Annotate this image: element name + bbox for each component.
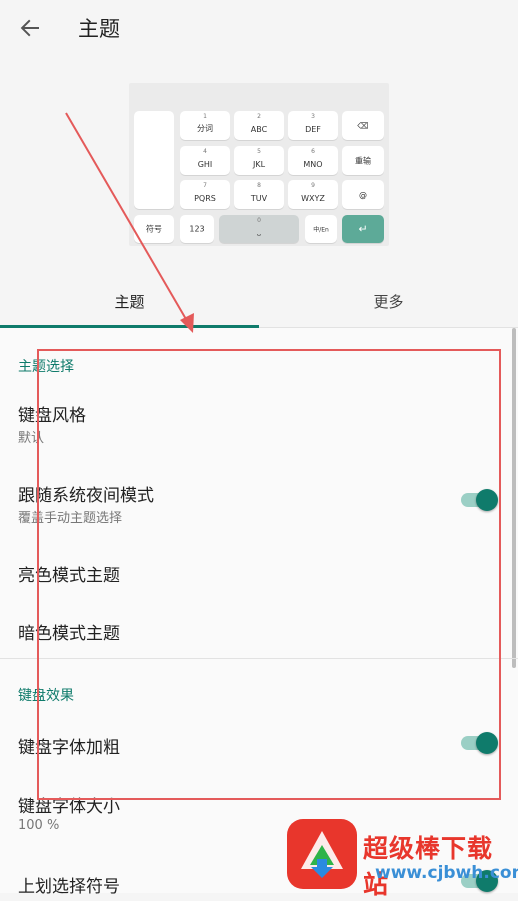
tab-bar: 主题 更多 bbox=[0, 284, 518, 328]
row-title: 上划选择符号 bbox=[18, 877, 120, 897]
row-value: 100 % bbox=[18, 818, 60, 833]
row-title: 键盘风格 bbox=[18, 406, 86, 426]
row-title: 暗色模式主题 bbox=[18, 624, 120, 644]
section-divider bbox=[0, 658, 518, 659]
key-7: 7 PQRS bbox=[180, 180, 230, 209]
row-title: 键盘字体大小 bbox=[18, 797, 120, 817]
enter-key: ↵ bbox=[342, 215, 384, 243]
enter-icon: ↵ bbox=[358, 222, 368, 236]
follow-night-mode-toggle[interactable] bbox=[461, 488, 499, 512]
key-9: 9 WXYZ bbox=[288, 180, 338, 209]
back-button[interactable] bbox=[14, 12, 46, 44]
watermark-url: www.cjbwh.com bbox=[375, 863, 518, 883]
key-3: 3 DEF bbox=[288, 111, 338, 140]
keyboard-preview[interactable]: 1 分词 2 ABC 3 DEF ⌫ 4 GHI 5 JKL 6 MNO 重输 … bbox=[129, 83, 389, 246]
row-title: 键盘字体加粗 bbox=[18, 738, 120, 758]
key-6: 6 MNO bbox=[288, 146, 338, 175]
row-title: 亮色模式主题 bbox=[18, 566, 120, 586]
toggle-knob bbox=[476, 489, 498, 511]
watermark-logo bbox=[287, 819, 357, 889]
backspace-icon: ⌫ bbox=[357, 121, 369, 130]
key-2: 2 ABC bbox=[234, 111, 284, 140]
symbol-key: 符号 bbox=[134, 215, 174, 243]
tab-more[interactable]: 更多 bbox=[259, 284, 518, 328]
retype-key: 重输 bbox=[342, 146, 384, 175]
candidate-key bbox=[134, 111, 174, 209]
watermark: 超级棒下载站 www.cjbwh.com bbox=[285, 817, 518, 899]
key-4: 4 GHI bbox=[180, 146, 230, 175]
key-5: 5 JKL bbox=[234, 146, 284, 175]
tab-theme[interactable]: 主题 bbox=[0, 284, 259, 328]
section-header-theme: 主题选择 bbox=[18, 359, 74, 375]
num123-key: 123 bbox=[180, 215, 214, 243]
key-1: 1 分词 bbox=[180, 111, 230, 140]
lang-switch-key: 中/En bbox=[305, 215, 337, 243]
arrow-left-icon bbox=[20, 19, 39, 37]
bold-font-toggle[interactable] bbox=[461, 731, 499, 755]
key-8: 8 TUV bbox=[234, 180, 284, 209]
top-app-bar: 主题 bbox=[0, 0, 518, 56]
row-title: 跟随系统夜间模式 bbox=[18, 486, 154, 506]
backspace-key: ⌫ bbox=[342, 111, 384, 140]
settings-list[interactable]: 主题选择 键盘风格 默认 跟随系统夜间模式 覆盖手动主题选择 亮色模式主题 暗色… bbox=[0, 328, 518, 897]
at-key: @ bbox=[342, 180, 384, 209]
row-value: 默认 bbox=[18, 431, 45, 446]
scrollbar[interactable] bbox=[512, 328, 516, 668]
section-header-effects: 键盘效果 bbox=[18, 688, 74, 704]
row-subtitle: 覆盖手动主题选择 bbox=[18, 511, 123, 526]
toggle-knob bbox=[476, 732, 498, 754]
space-key: 0 ⎵ bbox=[219, 215, 299, 243]
page-title: 主题 bbox=[78, 17, 120, 41]
